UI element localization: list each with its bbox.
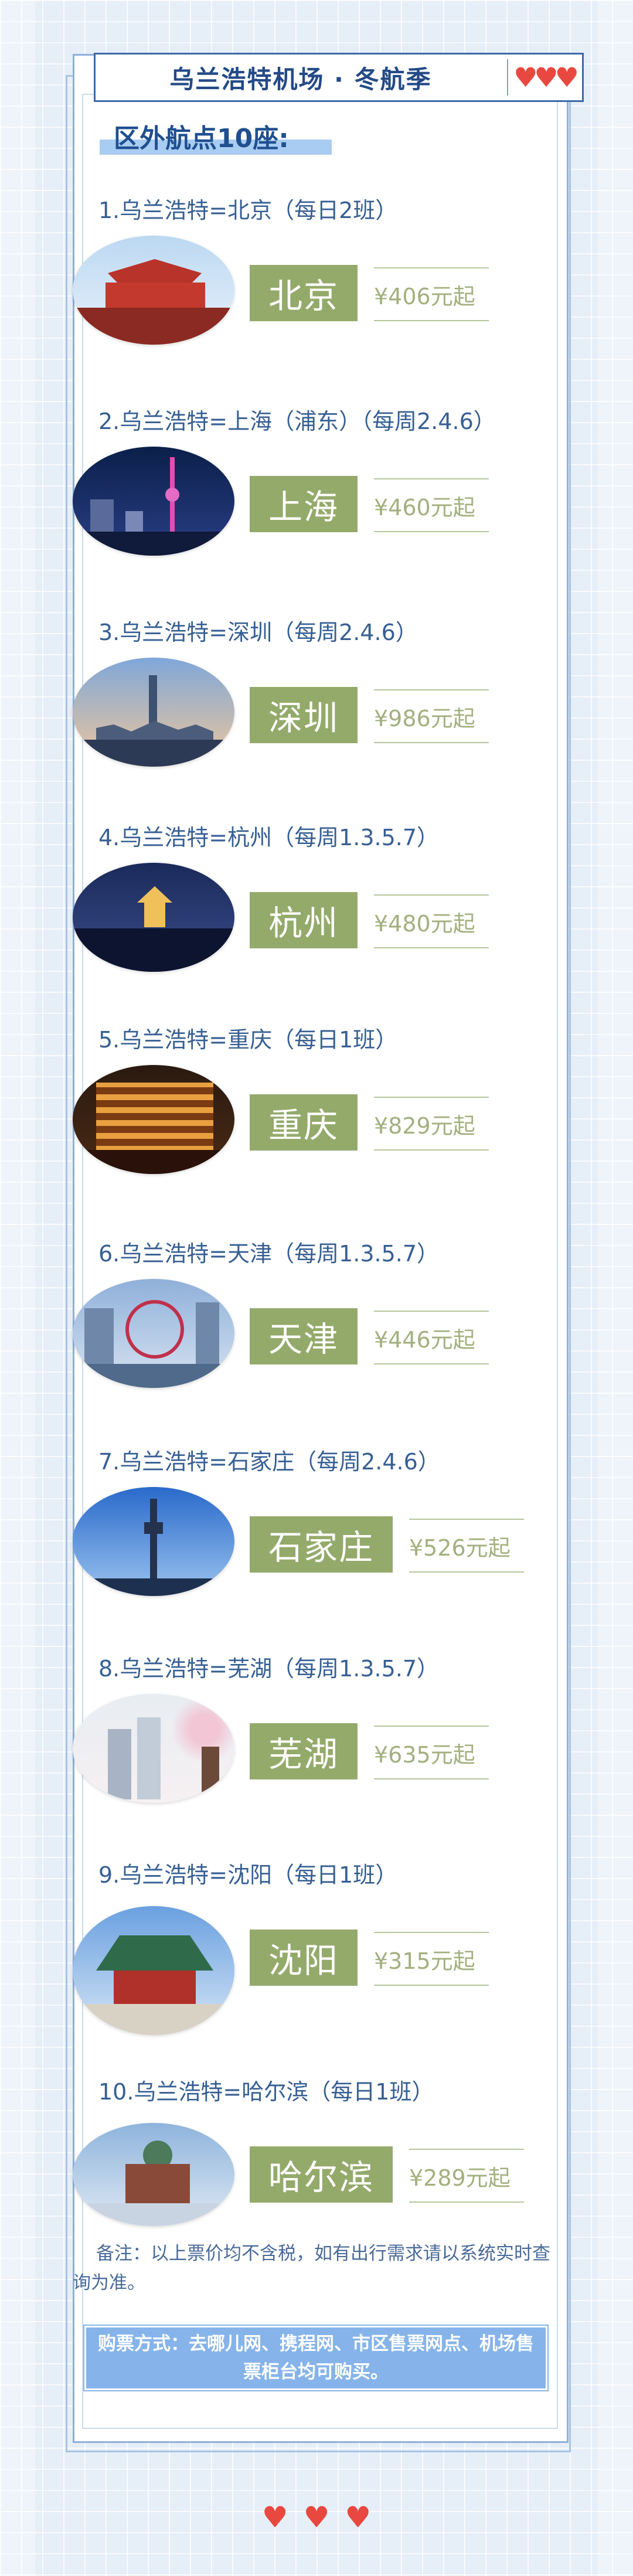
price-label: ¥526元起 (409, 1519, 524, 1573)
city-photo-shijiazhuang (73, 1487, 234, 1596)
city-photo-harbin (73, 2123, 234, 2226)
subtitle-text: 区外航点10座: (114, 124, 289, 154)
price-label: ¥315元起 (374, 1932, 489, 1986)
city-tag: 上海 (250, 476, 358, 532)
route-heading: 9.乌兰浩特=沈阳（每日1班） (98, 1862, 398, 1888)
route-heading: 6.乌兰浩特=天津（每周1.3.5.7） (98, 1240, 440, 1267)
city-photo-hangzhou (73, 863, 234, 972)
city-tag: 芜湖 (250, 1723, 358, 1779)
city-tag: 沈阳 (250, 1930, 358, 1986)
background-strip-left (0, 0, 35, 2576)
footer-hearts: ♥ ♥ ♥ (0, 2503, 633, 2538)
city-photo-chongqing (73, 1065, 234, 1174)
purchase-info-box: 购票方式：去哪儿网、携程网、市区售票网点、机场售票柜台均可购买。 (83, 2325, 549, 2391)
page: 乌兰浩特机场 · 冬航季 ♥ ♥ ♥ 区外航点10座: 1.乌兰浩特=北京（每日… (0, 0, 633, 2576)
heart-icon: ♥ (303, 2500, 330, 2534)
price-label: ¥829元起 (374, 1097, 489, 1151)
city-tag: 哈尔滨 (250, 2146, 393, 2203)
route-heading: 5.乌兰浩特=重庆（每日1班） (98, 1026, 398, 1053)
city-photo-beijing (73, 236, 234, 345)
city-tag: 天津 (250, 1308, 358, 1364)
city-tag: 石家庄 (250, 1516, 393, 1573)
title-divider (507, 59, 508, 96)
city-photo-shenyang (73, 1906, 234, 2035)
city-tag: 北京 (250, 265, 358, 321)
title-banner: 乌兰浩特机场 · 冬航季 ♥ ♥ ♥ (94, 53, 584, 102)
route-heading: 7.乌兰浩特=石家庄（每周2.4.6） (98, 1448, 440, 1475)
heart-icon: ♥ (345, 2500, 372, 2534)
price-label: ¥480元起 (374, 894, 489, 948)
price-label: ¥460元起 (374, 478, 489, 532)
page-title: 乌兰浩特机场 · 冬航季 (169, 64, 432, 94)
city-tag: 杭州 (250, 892, 358, 948)
heart-icon: ♥ (261, 2500, 288, 2534)
city-photo-tianjin (73, 1279, 234, 1388)
city-photo-wuhu (73, 1694, 234, 1803)
section-subtitle: 区外航点10座: (100, 117, 334, 159)
city-photo-shenzhen (73, 658, 234, 767)
city-photo-shanghai (73, 447, 234, 556)
fare-note: 备注：以上票价均不含税，如有出行需求请以系统实时查询为准。 (73, 2243, 550, 2293)
route-heading: 4.乌兰浩特=杭州（每周1.3.5.7） (98, 824, 440, 850)
price-label: ¥289元起 (409, 2149, 524, 2203)
route-heading: 1.乌兰浩特=北京（每日2班） (98, 197, 398, 223)
purchase-info-text: 购票方式：去哪儿网、携程网、市区售票网点、机场售票柜台均可购买。 (98, 2333, 534, 2383)
route-heading: 10.乌兰浩特=哈尔滨（每日1班） (98, 2078, 434, 2105)
price-label: ¥446元起 (374, 1311, 489, 1364)
price-label: ¥986元起 (374, 689, 489, 743)
background-strip-right (598, 0, 633, 2576)
city-tag: 深圳 (250, 687, 358, 743)
price-label: ¥406元起 (374, 267, 489, 321)
city-tag: 重庆 (250, 1094, 358, 1151)
price-label: ¥635元起 (374, 1726, 489, 1779)
route-heading: 8.乌兰浩特=芜湖（每周1.3.5.7） (98, 1655, 440, 1682)
route-heading: 3.乌兰浩特=深圳（每周2.4.6） (98, 619, 418, 645)
heart-icon: ♥ (554, 62, 579, 93)
route-heading: 2.乌兰浩特=上海（浦东）（每周2.4.6） (98, 408, 496, 434)
title-hearts: ♥ ♥ ♥ (513, 59, 583, 96)
